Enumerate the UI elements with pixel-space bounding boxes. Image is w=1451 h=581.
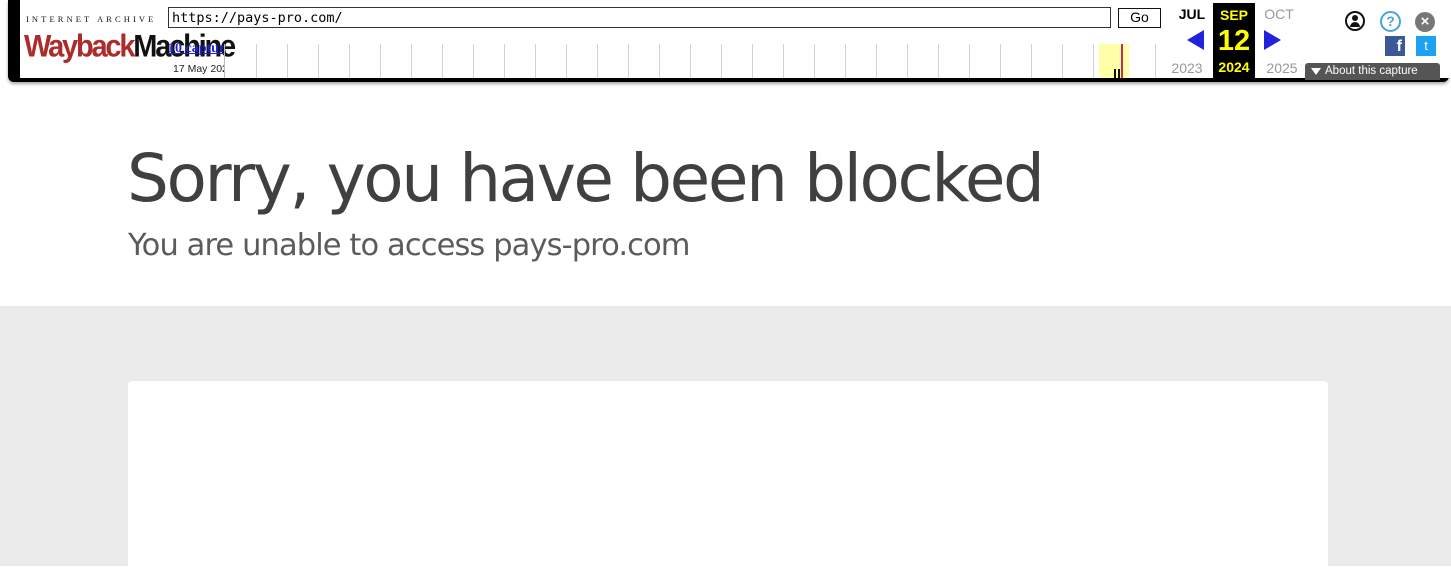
year-prev-label[interactable]: 2023 <box>1165 60 1209 76</box>
sparkline-tick <box>1062 44 1063 78</box>
url-input[interactable] <box>168 7 1111 28</box>
sparkline-tick <box>907 44 908 78</box>
sparkline-tick <box>566 44 567 78</box>
sparkline-tick <box>783 44 784 78</box>
chevron-down-icon <box>1311 68 1321 75</box>
sparkline-tick <box>969 44 970 78</box>
logo-internet-archive: INTERNET ARCHIVE <box>26 14 157 24</box>
sparkline-tick <box>380 44 381 78</box>
sparkline-tick <box>938 44 939 78</box>
sparkline-tick <box>318 44 319 78</box>
current-month: SEP <box>1219 7 1248 23</box>
sparkline-tick <box>349 44 350 78</box>
block-body <box>0 306 1451 581</box>
sparkline-tick <box>535 44 536 78</box>
capture-sparkline[interactable] <box>224 44 1163 78</box>
user-icon[interactable] <box>1345 11 1365 31</box>
sparkline-tick <box>256 44 257 78</box>
sparkline-tick <box>287 44 288 78</box>
current-day: 12 <box>1217 25 1251 57</box>
sparkline-tick <box>659 44 660 78</box>
twitter-icon[interactable]: t <box>1416 36 1436 56</box>
user-icon-head <box>1352 15 1358 21</box>
month-prev-label[interactable]: JUL <box>1170 6 1214 22</box>
go-button[interactable]: Go <box>1118 8 1161 28</box>
help-icon[interactable]: ? <box>1380 11 1401 32</box>
next-arrow-icon[interactable] <box>1264 30 1281 50</box>
sparkline-tick <box>628 44 629 78</box>
current-year: 2024 <box>1218 59 1250 75</box>
sparkline-current-marker <box>1121 44 1123 78</box>
about-capture-button[interactable]: About this capture <box>1305 63 1440 80</box>
sparkline-bar <box>1118 69 1120 78</box>
facebook-icon[interactable]: f <box>1385 36 1405 56</box>
sparkline-tick <box>597 44 598 78</box>
sparkline-tick <box>752 44 753 78</box>
sparkline-tick <box>1000 44 1001 78</box>
month-next-label[interactable]: OCT <box>1257 6 1301 22</box>
wayback-toolbar: INTERNET ARCHIVE WaybackMachine Go 10 ca… <box>0 0 1451 88</box>
sparkline-tick <box>1155 44 1156 78</box>
sparkline-bar <box>1114 69 1116 78</box>
current-capture-date: SEP 12 2024 <box>1213 3 1255 78</box>
prev-arrow-icon[interactable] <box>1187 30 1204 50</box>
logo-wayback-text: Wayback <box>24 29 135 65</box>
sparkline-tick <box>411 44 412 78</box>
wayback-machine-logo[interactable]: WaybackMachine <box>24 27 236 67</box>
sparkline-tick <box>1093 44 1094 78</box>
block-header: Sorry, you have been blocked You are una… <box>0 88 1451 306</box>
page-title: Sorry, you have been blocked <box>127 140 1045 217</box>
sparkline-tick <box>721 44 722 78</box>
user-icon-body <box>1350 22 1360 27</box>
sparkline-tick <box>814 44 815 78</box>
captures-link[interactable]: 10 captures <box>168 41 224 57</box>
close-icon[interactable]: × <box>1415 12 1435 32</box>
sparkline-tick <box>1031 44 1032 78</box>
content-card <box>128 381 1328 581</box>
sparkline-tick <box>845 44 846 78</box>
sparkline-tick <box>473 44 474 78</box>
sparkline-tick <box>504 44 505 78</box>
year-next-label[interactable]: 2025 <box>1260 60 1304 76</box>
page-subtitle: You are unable to access pays-pro.com <box>128 228 691 263</box>
sparkline-tick <box>876 44 877 78</box>
sparkline-tick <box>690 44 691 78</box>
sparkline-tick <box>442 44 443 78</box>
about-capture-label: About this capture <box>1325 65 1418 77</box>
captures-date-range: 17 May 2023 <box>173 63 225 75</box>
